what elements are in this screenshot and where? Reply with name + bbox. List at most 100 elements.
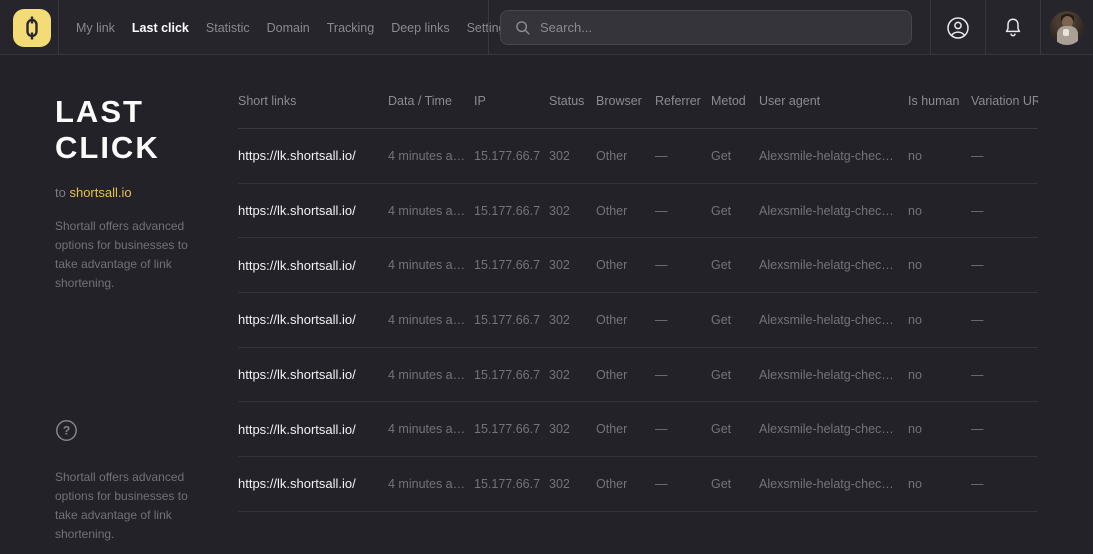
cell-ip: 15.177.66.7 (474, 204, 549, 218)
cell-variation-url: — (971, 149, 1038, 163)
cell-browser: Other (596, 477, 655, 491)
search-box[interactable] (500, 10, 912, 45)
cell-browser: Other (596, 422, 655, 436)
app-root: My link Last click Statistic Domain Trac… (0, 0, 1093, 554)
cell-referrer: — (655, 477, 711, 491)
page-title-line2: CLICK (55, 130, 160, 165)
cell-status: 302 (549, 477, 596, 491)
user-avatar[interactable] (1040, 0, 1093, 55)
cell-referrer: — (655, 204, 711, 218)
column-header[interactable]: IP (474, 94, 549, 108)
cell-metod: Get (711, 313, 759, 327)
cell-browser: Other (596, 204, 655, 218)
cell-browser: Other (596, 313, 655, 327)
column-header[interactable]: Metod (711, 94, 759, 108)
cell-ip: 15.177.66.7 (474, 313, 549, 327)
nav-item[interactable]: Last click (132, 21, 189, 35)
table-header-row: Short links Data / Time IP Status Browse… (238, 85, 1038, 129)
notifications-icon (1001, 16, 1025, 40)
cell-metod: Get (711, 149, 759, 163)
cell-short-link[interactable]: https://lk.shortsall.io/ (238, 476, 388, 491)
search-input[interactable] (540, 20, 911, 35)
cell-user-agent: Alexsmile-helatg-check-... (759, 422, 908, 436)
cell-short-link[interactable]: https://lk.shortsall.io/ (238, 203, 388, 218)
nav-item[interactable]: Tracking (327, 21, 374, 35)
table-row: https://lk.shortsall.io/ 4 minutes ago 1… (238, 129, 1038, 184)
cell-variation-url: — (971, 477, 1038, 491)
cell-variation-url: — (971, 422, 1038, 436)
cell-referrer: — (655, 422, 711, 436)
search-icon (514, 19, 531, 36)
column-header[interactable]: Short links (238, 94, 388, 108)
column-header[interactable]: User agent (759, 94, 908, 108)
cell-referrer: — (655, 149, 711, 163)
sidebar-description: Shortall offers advanced options for bus… (55, 217, 191, 293)
nav-item[interactable]: Deep links (391, 21, 449, 35)
nav-item[interactable]: My link (76, 21, 115, 35)
column-header[interactable]: Referrer (655, 94, 711, 108)
help-icon[interactable]: ? (55, 419, 78, 447)
cell-data-time: 4 minutes ago (388, 368, 474, 382)
cell-is-human: no (908, 313, 971, 327)
cell-variation-url: — (971, 313, 1038, 327)
help-description: Shortall offers advanced options for bus… (55, 468, 191, 544)
cell-variation-url: — (971, 204, 1038, 218)
cell-is-human: no (908, 258, 971, 272)
table-row: https://lk.shortsall.io/ 4 minutes ago 1… (238, 348, 1038, 403)
cell-variation-url: — (971, 258, 1038, 272)
top-bar: My link Last click Statistic Domain Trac… (0, 0, 1093, 55)
column-header[interactable]: Variation URL (971, 94, 1038, 108)
link-icon (21, 15, 43, 41)
cell-referrer: — (655, 258, 711, 272)
cell-is-human: no (908, 204, 971, 218)
cell-user-agent: Alexsmile-helatg-check-... (759, 313, 908, 327)
cell-status: 302 (549, 204, 596, 218)
cell-data-time: 4 minutes ago (388, 422, 474, 436)
cell-referrer: — (655, 313, 711, 327)
cell-short-link[interactable]: https://lk.shortsall.io/ (238, 422, 388, 437)
cell-is-human: no (908, 149, 971, 163)
sidebar-help: ? Shortall offers advanced options for b… (55, 419, 191, 544)
table-row: https://lk.shortsall.io/ 4 minutes ago 1… (238, 184, 1038, 239)
cell-status: 302 (549, 313, 596, 327)
account-button[interactable] (930, 0, 985, 55)
column-header[interactable]: Browser (596, 94, 655, 108)
table-row: https://lk.shortsall.io/ 4 minutes ago 1… (238, 238, 1038, 293)
cell-metod: Get (711, 368, 759, 382)
cell-ip: 15.177.66.7 (474, 422, 549, 436)
cell-ip: 15.177.66.7 (474, 149, 549, 163)
cell-ip: 15.177.66.7 (474, 258, 549, 272)
cell-short-link[interactable]: https://lk.shortsall.io/ (238, 258, 388, 273)
nav-item[interactable]: Statistic (206, 21, 250, 35)
nav-item[interactable]: Domain (267, 21, 310, 35)
cell-metod: Get (711, 204, 759, 218)
page-title: LAST CLICK (55, 94, 238, 166)
cell-browser: Other (596, 368, 655, 382)
cell-user-agent: Alexsmile-helatg-check-... (759, 204, 908, 218)
column-header[interactable]: Is human (908, 94, 971, 108)
cell-short-link[interactable]: https://lk.shortsall.io/ (238, 148, 388, 163)
app-logo[interactable] (13, 9, 51, 47)
cell-ip: 15.177.66.7 (474, 477, 549, 491)
main-nav: My link Last click Statistic Domain Trac… (76, 0, 506, 55)
column-header[interactable]: Data / Time (388, 94, 474, 108)
cell-data-time: 4 minutes ago (388, 313, 474, 327)
cell-short-link[interactable]: https://lk.shortsall.io/ (238, 312, 388, 327)
cell-data-time: 4 minutes ago (388, 204, 474, 218)
cell-status: 302 (549, 149, 596, 163)
subtitle-prefix: to (55, 185, 66, 200)
cell-status: 302 (549, 422, 596, 436)
cell-short-link[interactable]: https://lk.shortsall.io/ (238, 367, 388, 382)
cell-status: 302 (549, 368, 596, 382)
cell-user-agent: Alexsmile-helatg-check-... (759, 477, 908, 491)
cell-data-time: 4 minutes ago (388, 258, 474, 272)
table-body: https://lk.shortsall.io/ 4 minutes ago 1… (238, 129, 1038, 512)
column-header[interactable]: Status (549, 94, 596, 108)
cell-user-agent: Alexsmile-helatg-check-... (759, 149, 908, 163)
cell-browser: Other (596, 149, 655, 163)
account-icon (945, 15, 971, 41)
cell-browser: Other (596, 258, 655, 272)
site-link[interactable]: shortsall.io (69, 185, 131, 200)
cell-user-agent: Alexsmile-helatg-check-... (759, 368, 908, 382)
notifications-button[interactable] (985, 0, 1040, 55)
